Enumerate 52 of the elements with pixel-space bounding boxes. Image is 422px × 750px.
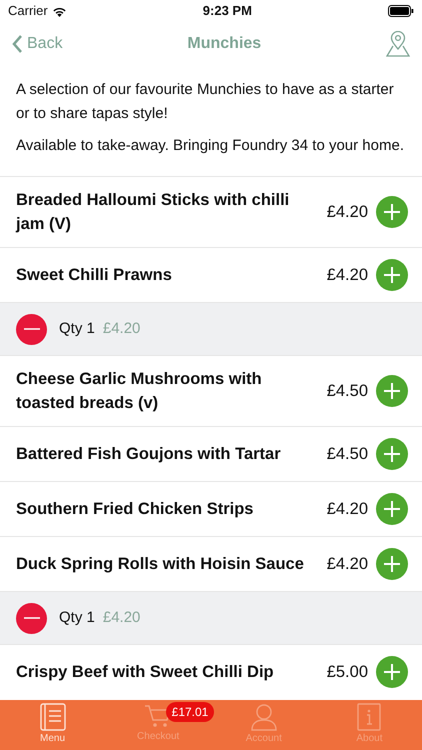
remove-button[interactable]	[16, 314, 47, 344]
person-icon	[250, 703, 277, 731]
dish-price: £4.50	[326, 380, 368, 402]
dish-name: Southern Fried Chicken Strips	[16, 499, 254, 520]
wifi-icon	[52, 6, 67, 16]
dish-name: Cheese Garlic Mushrooms with toasted breads (v)	[16, 369, 263, 414]
plus-icon	[383, 555, 401, 573]
book-icon	[40, 703, 66, 731]
plus-icon	[383, 266, 401, 284]
dish-name: Breaded Halloumi Sticks with chilli jam (V)	[16, 190, 290, 235]
status-time: 9:23 PM	[202, 2, 252, 20]
quantity-label: Qty 1	[59, 608, 95, 628]
quantity-label: Qty 1	[59, 318, 95, 339]
dish-price: £4.20	[326, 202, 368, 223]
plus-icon	[383, 382, 401, 400]
screen-title: Munchies	[187, 34, 262, 54]
carrier-name: Carrier	[8, 2, 48, 20]
dish-name: Duck Spring Rolls with Hoisin Sauce	[16, 554, 305, 575]
add-button[interactable]	[376, 493, 408, 525]
dish-price: £4.20	[326, 498, 368, 520]
dish-price: £4.20	[326, 554, 368, 575]
quantity-price: £4.20	[102, 318, 140, 339]
dish-price: £4.50	[326, 444, 368, 465]
plus-icon	[383, 663, 401, 681]
dish-price: £4.20	[326, 264, 368, 286]
minus-icon	[24, 328, 40, 330]
add-button[interactable]	[376, 375, 408, 407]
add-button[interactable]	[376, 259, 408, 291]
battery-icon	[388, 5, 414, 17]
add-button[interactable]	[376, 438, 408, 470]
tab-button[interactable]: Menu	[0, 700, 105, 746]
intro-paragraph: A selection of our favourite Munchies to have as a starter or to share tapas style!	[16, 80, 395, 124]
add-button[interactable]	[376, 656, 408, 688]
minus-icon	[24, 617, 40, 619]
back-button[interactable]: Back	[12, 32, 63, 56]
chevron-left-icon	[12, 35, 23, 53]
location-pin-icon[interactable]	[386, 31, 410, 57]
dish-name: Battered Fish Goujons with Tartar	[16, 444, 282, 465]
quantity-price: £4.20	[102, 608, 140, 628]
plus-icon	[383, 203, 401, 221]
dish-price: £5.00	[326, 662, 368, 683]
dish-name: Crispy Beef with Sweet Chilli Dip	[16, 662, 275, 683]
plus-icon	[383, 445, 401, 463]
remove-button[interactable]	[16, 602, 47, 634]
tab-button[interactable]: About	[316, 700, 422, 746]
add-button[interactable]	[376, 196, 408, 228]
price-badge: £17.01	[166, 702, 214, 722]
add-button[interactable]	[376, 548, 408, 580]
dish-name: Sweet Chilli Prawns	[16, 265, 173, 286]
info-icon	[357, 703, 382, 731]
plus-icon	[383, 500, 401, 518]
intro-paragraph: Available to take-away. Bringing Foundry 34 to your home.	[16, 136, 405, 156]
